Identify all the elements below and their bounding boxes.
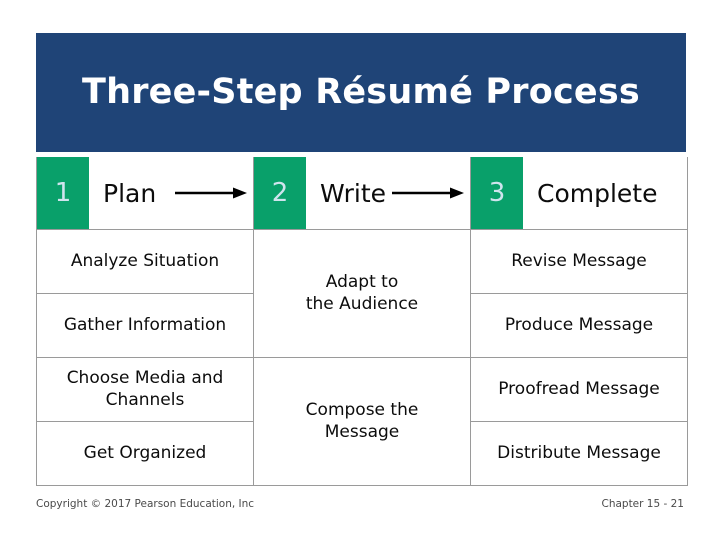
arrow-right-icon-2	[392, 186, 464, 200]
complete-task-cell-3[interactable]: Proofread Message	[470, 357, 688, 422]
complete-task-cell-1[interactable]: Revise Message	[470, 229, 688, 294]
step-header-cell-complete[interactable]: 3 Complete	[470, 157, 688, 230]
write-task-cell-2[interactable]: Compose the Message	[253, 357, 471, 486]
step-label-write: Write	[320, 178, 387, 208]
complete-task-label: Produce Message	[504, 314, 654, 335]
step-badge-1: 1	[37, 157, 89, 229]
title-banner: Three-Step Résumé Process	[36, 33, 686, 152]
write-task-label: Compose the Message	[305, 400, 419, 442]
arrow-right-icon-1	[175, 186, 247, 200]
step-header-cell-write[interactable]: 2 Write	[253, 157, 471, 230]
step-number-label: 2	[271, 178, 289, 208]
write-task-label: Adapt to the Audience	[305, 272, 419, 314]
step-number-label: 3	[488, 178, 506, 208]
step-header-plan[interactable]: 1 Plan	[37, 157, 253, 229]
complete-task-label: Proofread Message	[498, 378, 660, 399]
step-label-wrapper-write: Write	[306, 157, 470, 229]
table-row: Choose Media and Channels Compose the Me…	[36, 357, 688, 486]
slide-canvas: Three-Step Résumé Process 1 Plan 2 Write…	[0, 0, 720, 540]
process-table: 1 Plan 2 Write 3 Complete Analyze Situat…	[36, 157, 688, 486]
step-label-plan: Plan	[103, 178, 157, 208]
complete-task-label: Revise Message	[511, 250, 647, 271]
plan-task-cell-4[interactable]: Get Organized	[36, 421, 254, 486]
table-row-step-headers: 1 Plan 2 Write 3 Complete	[36, 157, 688, 230]
step-header-write[interactable]: 2 Write	[254, 157, 470, 229]
plan-task-cell-3[interactable]: Choose Media and Channels	[36, 357, 254, 422]
page-title: Three-Step Résumé Process	[82, 72, 640, 112]
plan-task-label: Get Organized	[83, 442, 207, 463]
step-header-complete[interactable]: 3 Complete	[471, 157, 687, 229]
complete-task-cell-2[interactable]: Produce Message	[470, 293, 688, 358]
step-label-wrapper-complete: Complete	[523, 157, 687, 229]
plan-task-label: Gather Information	[63, 314, 227, 335]
plan-task-label: Analyze Situation	[70, 250, 220, 271]
step-number-label: 1	[54, 178, 72, 208]
step-badge-3: 3	[471, 157, 523, 229]
slide-footer: Copyright © 2017 Pearson Education, Inc …	[36, 494, 684, 514]
copyright-text: Copyright © 2017 Pearson Education, Inc	[36, 498, 255, 510]
chapter-indicator: Chapter 15 - 21	[601, 498, 684, 510]
plan-task-cell-1[interactable]: Analyze Situation	[36, 229, 254, 294]
table-row: Analyze Situation Adapt to the Audience …	[36, 229, 688, 358]
complete-task-cell-4[interactable]: Distribute Message	[470, 421, 688, 486]
step-header-cell-plan[interactable]: 1 Plan	[36, 157, 254, 230]
step-badge-2: 2	[254, 157, 306, 229]
complete-task-label: Distribute Message	[497, 442, 661, 463]
step-label-wrapper-plan: Plan	[89, 157, 253, 229]
plan-task-label: Choose Media and Channels	[66, 368, 224, 410]
write-task-cell-1[interactable]: Adapt to the Audience	[253, 229, 471, 358]
step-label-complete: Complete	[537, 178, 658, 208]
plan-task-cell-2[interactable]: Gather Information	[36, 293, 254, 358]
